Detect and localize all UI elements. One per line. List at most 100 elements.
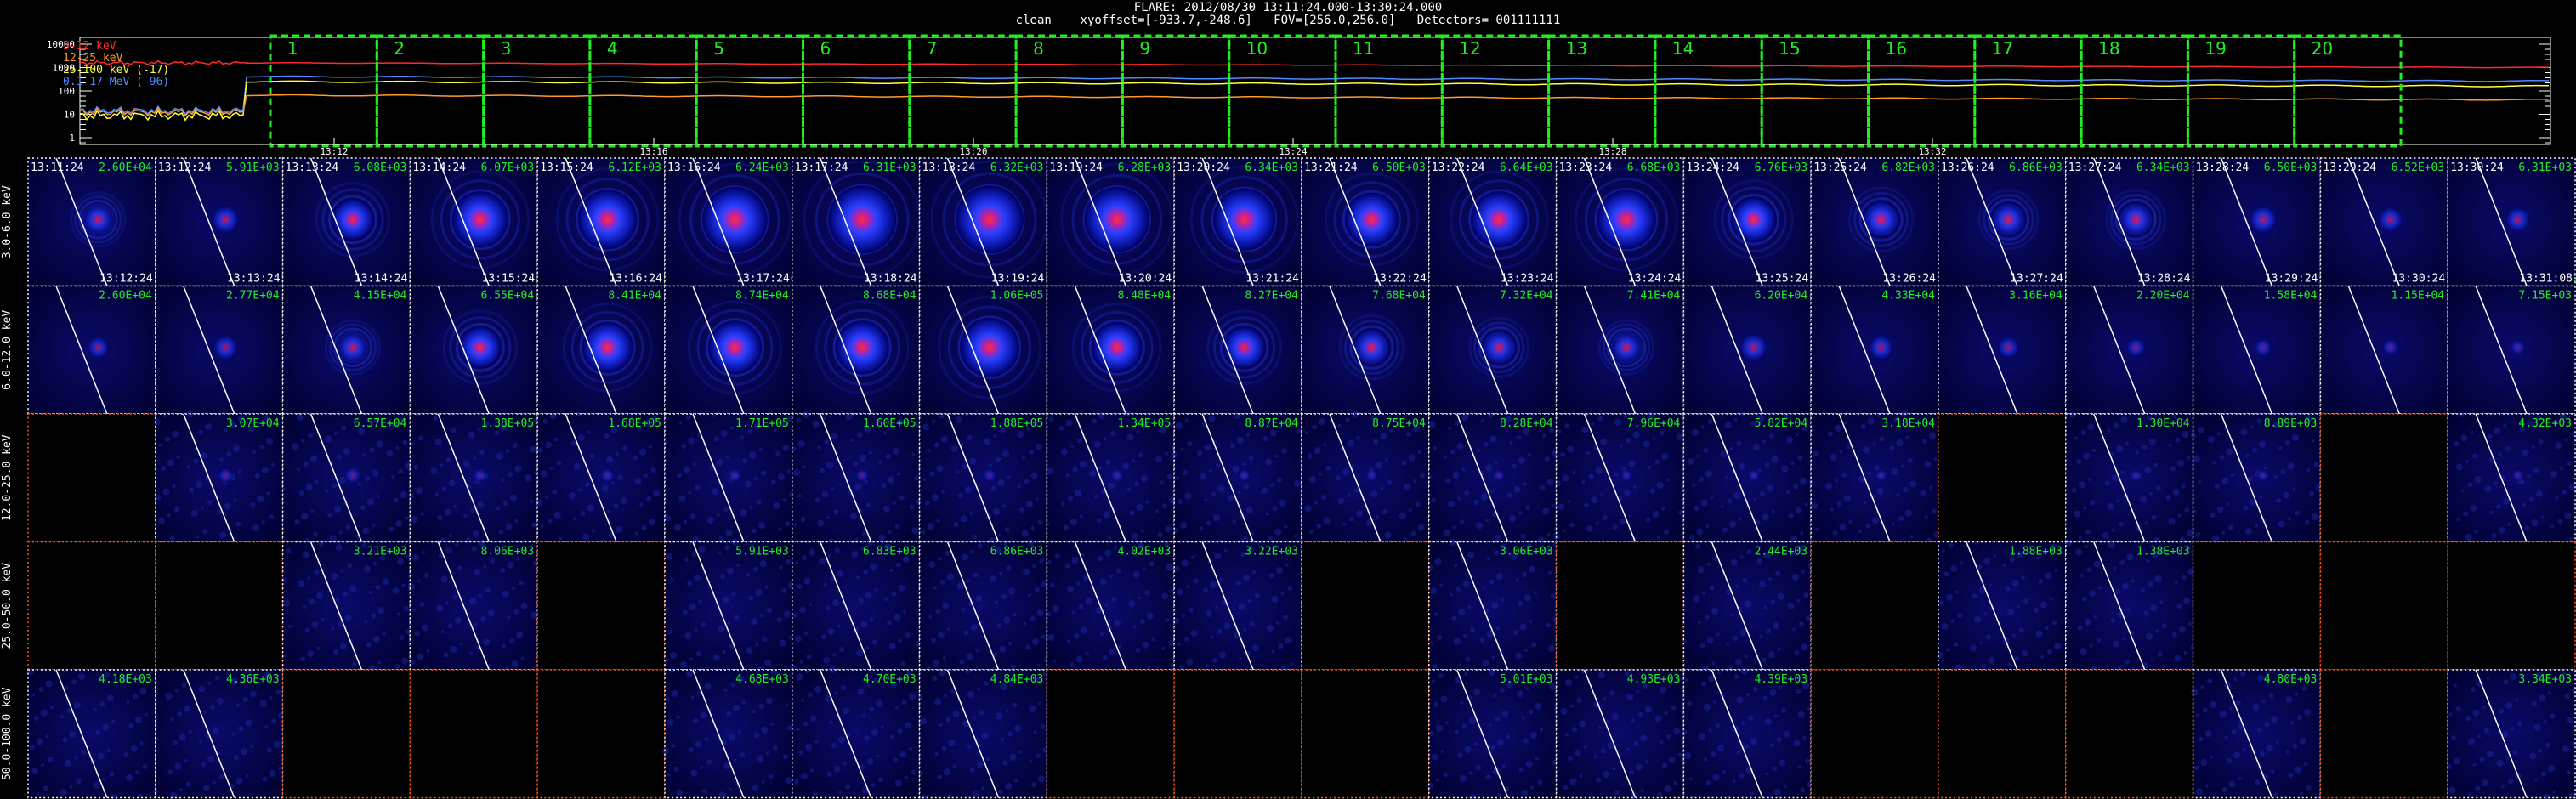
noise-speckle: [850, 513, 857, 519]
noise-speckle: [468, 431, 475, 439]
noise-speckle: [266, 438, 274, 445]
noise-speckle: [782, 445, 790, 451]
noise-speckle: [1214, 552, 1222, 559]
panel-max-value: 4.33E+04: [1881, 290, 1935, 303]
noise-speckle: [928, 615, 933, 619]
noise-speckle: [2550, 524, 2555, 529]
noise-speckle: [2555, 496, 2559, 500]
noise-speckle: [953, 764, 956, 768]
noise-speckle: [840, 685, 846, 690]
noise-speckle: [979, 620, 984, 624]
noise-speckle: [785, 703, 789, 706]
noise-speckle: [929, 471, 935, 477]
noise-speckle: [1237, 437, 1244, 444]
noise-speckle: [2210, 755, 2214, 759]
noise-speckle: [338, 530, 343, 535]
noise-speckle: [1583, 745, 1587, 749]
noise-speckle: [1516, 434, 1522, 440]
noise-speckle: [2045, 572, 2052, 580]
noise-speckle: [2071, 488, 2077, 493]
panel-max-value: 8.89E+03: [2264, 417, 2318, 430]
noise-speckle: [897, 728, 903, 734]
noise-speckle: [882, 505, 890, 513]
noise-speckle: [99, 701, 105, 706]
noise-speckle: [704, 737, 708, 740]
noise-speckle: [2018, 627, 2024, 632]
noise-speckle: [2196, 714, 2199, 717]
noise-speckle: [746, 647, 753, 654]
noise-speckle: [831, 433, 838, 440]
noise-speckle: [1579, 774, 1583, 778]
noise-speckle: [167, 513, 171, 517]
noise-speckle: [1098, 556, 1104, 561]
noise-speckle: [865, 592, 872, 599]
image-panel: 1.38E+03: [2065, 539, 2196, 672]
noise-speckle: [1387, 480, 1393, 485]
noise-speckle: [375, 584, 381, 590]
noise-speckle: [1741, 667, 1748, 675]
noise-speckle: [1479, 637, 1485, 643]
noise-speckle: [1753, 497, 1757, 502]
noise-speckle: [1750, 738, 1757, 745]
noise-speckle: [1274, 529, 1282, 536]
noise-speckle: [1518, 511, 1523, 515]
noise-speckle: [2255, 779, 2261, 785]
noise-speckle: [1464, 672, 1468, 676]
noise-speckle: [45, 680, 53, 688]
noise-speckle: [649, 445, 652, 449]
noise-speckle: [1036, 497, 1039, 501]
noise-speckle: [196, 481, 203, 488]
noise-speckle: [1337, 423, 1342, 428]
noise-speckle: [1724, 422, 1732, 429]
noise-speckle: [1005, 783, 1013, 790]
noise-speckle: [934, 698, 942, 706]
noise-speckle: [2221, 531, 2226, 535]
flare-source: [2254, 338, 2272, 356]
noise-speckle: [2120, 470, 2125, 474]
noise-speckle: [1640, 734, 1648, 742]
noise-speckle: [41, 709, 48, 717]
image-panel: 4.18E+03: [26, 668, 156, 799]
noise-speckle: [1464, 490, 1469, 496]
panel-max-value: 6.76E+03: [1755, 162, 1808, 174]
noise-speckle: [503, 501, 508, 506]
noise-speckle: [1705, 470, 1712, 478]
noise-speckle: [217, 698, 224, 705]
noise-speckle: [2458, 412, 2464, 417]
noise-speckle: [1733, 418, 1738, 422]
noise-speckle: [833, 691, 837, 695]
noise-speckle: [307, 650, 315, 657]
noise-speckle: [341, 425, 347, 431]
noise-speckle: [1497, 793, 1501, 796]
noise-speckle: [2524, 525, 2530, 531]
noise-speckle: [1903, 487, 1909, 492]
noise-speckle: [2503, 497, 2510, 505]
noise-speckle: [327, 512, 332, 518]
image-panel: [2319, 413, 2448, 543]
noise-speckle: [50, 706, 54, 709]
noise-speckle: [123, 751, 129, 757]
noise-speckle: [207, 500, 213, 505]
panel-background: [2448, 670, 2575, 798]
noise-speckle: [1767, 484, 1774, 492]
noise-speckle: [894, 779, 902, 787]
noise-speckle: [1933, 457, 1938, 461]
noise-speckle: [2465, 716, 2471, 721]
noise-speckle: [1948, 542, 1954, 548]
noise-speckle: [689, 657, 693, 661]
noise-speckle: [1794, 650, 1800, 655]
noise-speckle: [782, 754, 788, 760]
noise-speckle: [1695, 544, 1701, 549]
flare-source: [1110, 468, 1124, 482]
noise-speckle: [1053, 659, 1056, 663]
noise-speckle: [1071, 610, 1075, 615]
noise-speckle: [1757, 468, 1762, 473]
noise-speckle: [371, 613, 377, 619]
panel-max-value: 8.75E+04: [1372, 417, 1426, 430]
noise-speckle: [174, 688, 179, 693]
noise-speckle: [962, 608, 966, 611]
blank-panel-frame: [2319, 541, 2448, 671]
noise-speckle: [2154, 575, 2162, 582]
flare-source: [1739, 333, 1767, 361]
noise-speckle: [1018, 750, 1023, 754]
